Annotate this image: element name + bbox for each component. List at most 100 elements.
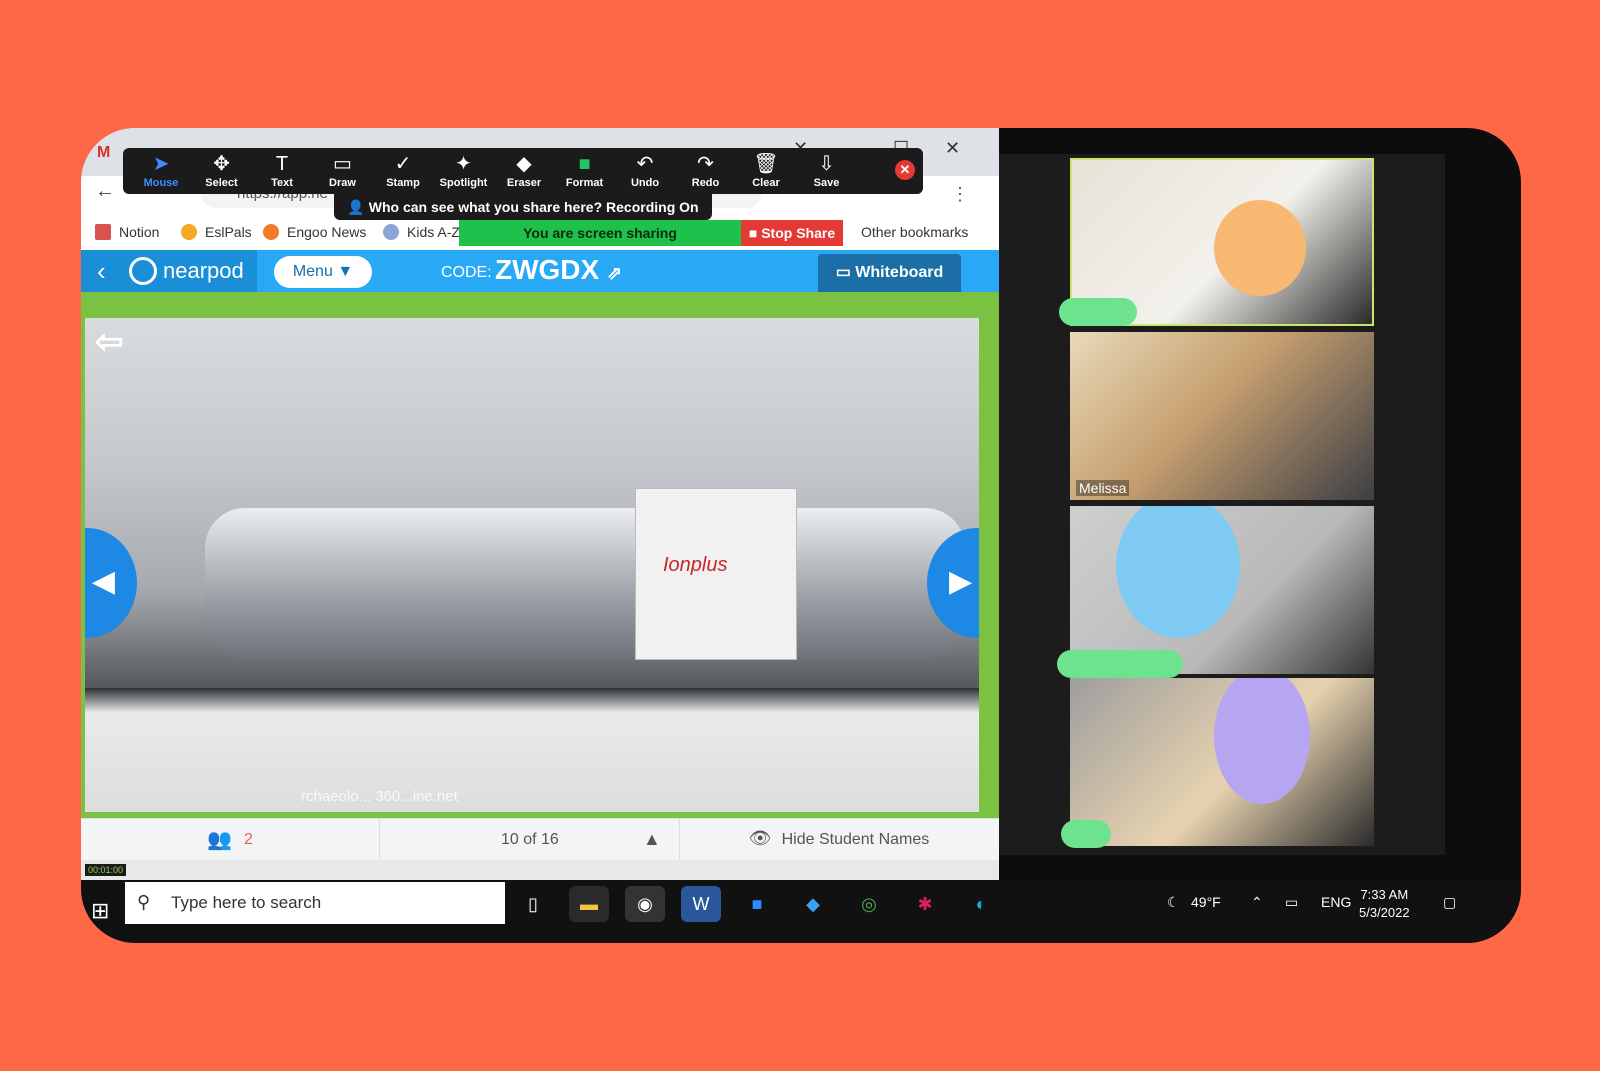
moon-weather-icon: ☾ bbox=[1167, 894, 1180, 910]
recording-banner[interactable]: 👤 Who can see what you share here? Recor… bbox=[334, 194, 712, 220]
tool-mouse-button[interactable]: ➤ Mouse bbox=[131, 151, 191, 189]
language-indicator[interactable]: ENG bbox=[1321, 894, 1351, 910]
slide-photo[interactable]: Ionplus rchaeolo... 360...ine.net ⇦ ◀ ▶ bbox=[85, 318, 979, 812]
system-clock[interactable]: 7:33 AM 5/3/2022 bbox=[1359, 886, 1410, 922]
calendar-icon bbox=[95, 224, 111, 240]
triangle-right-icon: ▶ bbox=[949, 565, 973, 598]
students-section[interactable]: 👥 2 bbox=[81, 819, 380, 861]
stop-share-button[interactable]: ■ Stop Share bbox=[741, 220, 843, 246]
chevron-left-icon[interactable]: ‹ bbox=[97, 256, 106, 287]
tool-save-button[interactable]: ⇩ Save bbox=[797, 151, 857, 189]
tool-eraser-button[interactable]: ◆ Eraser bbox=[494, 151, 554, 189]
bird-app-icon[interactable]: ◆ bbox=[793, 886, 833, 922]
tool-draw-button[interactable]: ▭ Draw bbox=[313, 151, 373, 189]
tool-label: Undo bbox=[630, 177, 660, 189]
chrome-icon[interactable]: ◉ bbox=[625, 886, 665, 922]
star-burst-icon bbox=[383, 224, 399, 240]
bookmark-label: Engoo News bbox=[287, 224, 367, 240]
close-annotation-icon[interactable]: ✕ bbox=[895, 160, 915, 180]
bookmark-label: Kids A-Z bbox=[407, 224, 460, 240]
green-square-icon: ■ bbox=[578, 153, 591, 175]
bookmark-notion[interactable]: Notion bbox=[95, 224, 159, 240]
chrome-alt-icon[interactable]: ◎ bbox=[849, 886, 889, 922]
text-icon: T bbox=[275, 153, 289, 175]
face-cover-blue bbox=[1116, 506, 1240, 638]
slack-icon[interactable]: ✱ bbox=[905, 886, 945, 922]
lab-cabinet bbox=[85, 688, 979, 812]
browser-window: M ✕ — ☐ ✕ ← https://app.ne ⋮ Notion EslP… bbox=[81, 128, 999, 943]
tool-redo-button[interactable]: ↷ Redo bbox=[676, 151, 736, 189]
face-cover-purple bbox=[1214, 678, 1310, 804]
tool-clear-button[interactable]: 🗑 Clear bbox=[736, 151, 796, 189]
bookmark-engoo[interactable]: Engoo News bbox=[263, 224, 366, 240]
name-cover-green bbox=[1059, 298, 1137, 326]
bookmark-label: Notion bbox=[119, 224, 160, 240]
tool-format-button[interactable]: ■ Format bbox=[555, 151, 615, 189]
participant-video-melissa[interactable]: Melissa bbox=[1070, 332, 1374, 500]
trash-icon: 🗑 bbox=[753, 153, 779, 175]
recording-text: Who can see what you share here? Recordi… bbox=[368, 199, 699, 215]
eraser-icon: ◆ bbox=[516, 153, 532, 175]
whiteboard-button[interactable]: ▭ Whiteboard bbox=[818, 254, 961, 292]
triangle-up-icon[interactable]: ▲ bbox=[643, 829, 661, 850]
participant-video[interactable] bbox=[1070, 506, 1374, 674]
code-value: ZWGDX bbox=[495, 254, 600, 285]
tool-label: Redo bbox=[691, 177, 720, 189]
screen-share-bar: You are screen sharing ■ Stop Share bbox=[459, 220, 843, 246]
menu-label: Menu bbox=[292, 263, 333, 280]
temperature[interactable]: 49°F bbox=[1191, 894, 1221, 910]
clock-date: 5/3/2022 bbox=[1359, 905, 1410, 920]
arrow-left-icon[interactable]: ⇦ bbox=[95, 322, 124, 362]
tool-stamp-button[interactable]: ✓ Stamp bbox=[373, 151, 433, 189]
nearpod-logo-text: nearpod bbox=[163, 258, 244, 283]
bookmark-kids[interactable]: Kids A-Z bbox=[383, 224, 460, 240]
tool-text-button[interactable]: T Text bbox=[252, 151, 312, 189]
tool-label: Mouse bbox=[143, 177, 179, 189]
taskbar-search[interactable]: Type here to search bbox=[125, 882, 505, 924]
word-icon[interactable]: W bbox=[681, 886, 721, 922]
windows-start-icon[interactable]: ⊞ bbox=[91, 898, 109, 924]
move-arrows-icon: ✥ bbox=[213, 153, 230, 175]
redo-icon: ↷ bbox=[697, 153, 714, 175]
people-icon: 👥 bbox=[207, 829, 232, 851]
session-code: ZWGDX ⇗ bbox=[495, 254, 622, 286]
chevron-up-icon[interactable]: ⌃ bbox=[1251, 894, 1263, 911]
recording-timer: 00:01:00 bbox=[85, 864, 127, 876]
kebab-menu-icon[interactable]: ⋮ bbox=[951, 184, 969, 205]
external-share-icon[interactable]: ⇗ bbox=[607, 263, 622, 283]
participant-video[interactable] bbox=[1070, 678, 1374, 846]
edge-icon[interactable]: ◐ bbox=[961, 886, 1001, 922]
stop-share-label: Stop Share bbox=[761, 225, 836, 241]
person-icon: 👤 bbox=[347, 199, 369, 215]
slide-area: Ionplus rchaeolo... 360...ine.net ⇦ ◀ ▶ bbox=[81, 292, 999, 818]
tool-label: Format bbox=[565, 177, 604, 189]
other-bookmarks[interactable]: Other bookmarks bbox=[861, 224, 968, 240]
file-explorer-icon[interactable]: ▬ bbox=[569, 886, 609, 922]
nearpod-footer: 👥 2 10 of 16 ▲ 👁 Hide Student Names bbox=[81, 818, 999, 861]
annotation-toolbar: ➤ Mouse ✥ Select T Text ▭ Draw ✓ Stamp ✦ Spotlight ◆… bbox=[123, 148, 923, 194]
gmail-icon[interactable]: M bbox=[97, 144, 110, 162]
slide-pager: 10 of 16 bbox=[501, 831, 559, 848]
students-count: 2 bbox=[244, 831, 253, 848]
nearpod-logo-area: ‹ nearpod bbox=[81, 250, 257, 292]
menu-button[interactable]: Menu ▼ bbox=[274, 256, 372, 288]
task-view-icon[interactable]: ▯ bbox=[513, 886, 553, 922]
close-window-icon[interactable]: ✕ bbox=[945, 138, 960, 159]
undo-icon: ↶ bbox=[636, 153, 654, 175]
screen-frame: M ✕ — ☐ ✕ ← https://app.ne ⋮ Notion EslP… bbox=[81, 128, 1521, 943]
previous-slide-button[interactable]: ◀ bbox=[85, 528, 137, 638]
magic-wand-icon: ✦ bbox=[455, 153, 472, 175]
tool-select-button[interactable]: ✥ Select bbox=[192, 151, 252, 189]
hide-names-button[interactable]: 👁 Hide Student Names bbox=[679, 819, 999, 861]
bookmark-eslpals[interactable]: EslPals bbox=[181, 224, 252, 240]
battery-icon[interactable]: ▭ bbox=[1285, 894, 1298, 911]
code-label: CODE: bbox=[441, 264, 492, 281]
zoom-app-icon[interactable]: ■ bbox=[737, 886, 777, 922]
tool-undo-button[interactable]: ↶ Undo bbox=[615, 151, 675, 189]
notification-icon[interactable]: ▢ bbox=[1443, 894, 1456, 911]
back-arrow-icon[interactable]: ← bbox=[95, 180, 115, 203]
stop-square-icon: ■ bbox=[748, 225, 762, 241]
tool-label: Eraser bbox=[506, 177, 542, 189]
screen-sharing-indicator[interactable]: You are screen sharing bbox=[459, 220, 741, 246]
tool-spotlight-button[interactable]: ✦ Spotlight bbox=[434, 151, 494, 189]
